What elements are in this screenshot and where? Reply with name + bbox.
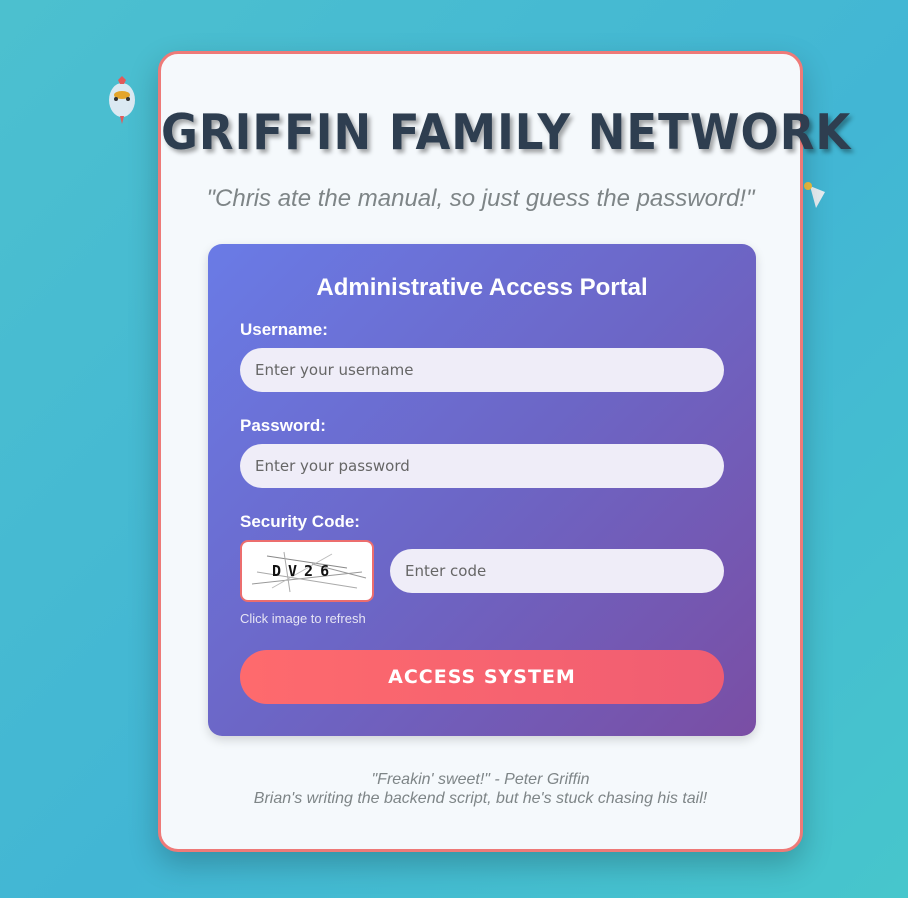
footer-quote: "Freakin' sweet!" - Peter Griffin — [371, 771, 590, 788]
footer-note: Brian's writing the backend script, but … — [253, 790, 708, 807]
username-input[interactable] — [240, 348, 724, 392]
security-code-input[interactable] — [390, 549, 724, 593]
chicken-icon — [109, 76, 135, 124]
security-code-label: Security Code: — [240, 512, 360, 531]
login-form: Administrative Access Portal Username: P… — [208, 244, 756, 736]
form-title: Administrative Access Portal — [316, 274, 648, 301]
access-system-button[interactable]: ACCESS SYSTEM — [240, 650, 724, 704]
captcha-text: DV26 — [272, 562, 337, 580]
password-label: Password: — [240, 416, 326, 435]
page-title: Griffin Family Network — [161, 103, 852, 162]
username-label: Username: — [240, 320, 328, 339]
captcha-refresh-hint: Click image to refresh — [240, 611, 366, 626]
captcha-image[interactable]: DV26 — [240, 540, 374, 602]
password-input[interactable] — [240, 444, 724, 488]
login-card: Griffin Family Network "Chris ate the ma… — [158, 51, 852, 852]
footer: "Freakin' sweet!" - Peter Griffin Brian'… — [161, 770, 800, 808]
tagline: "Chris ate the manual, so just guess the… — [206, 185, 755, 212]
